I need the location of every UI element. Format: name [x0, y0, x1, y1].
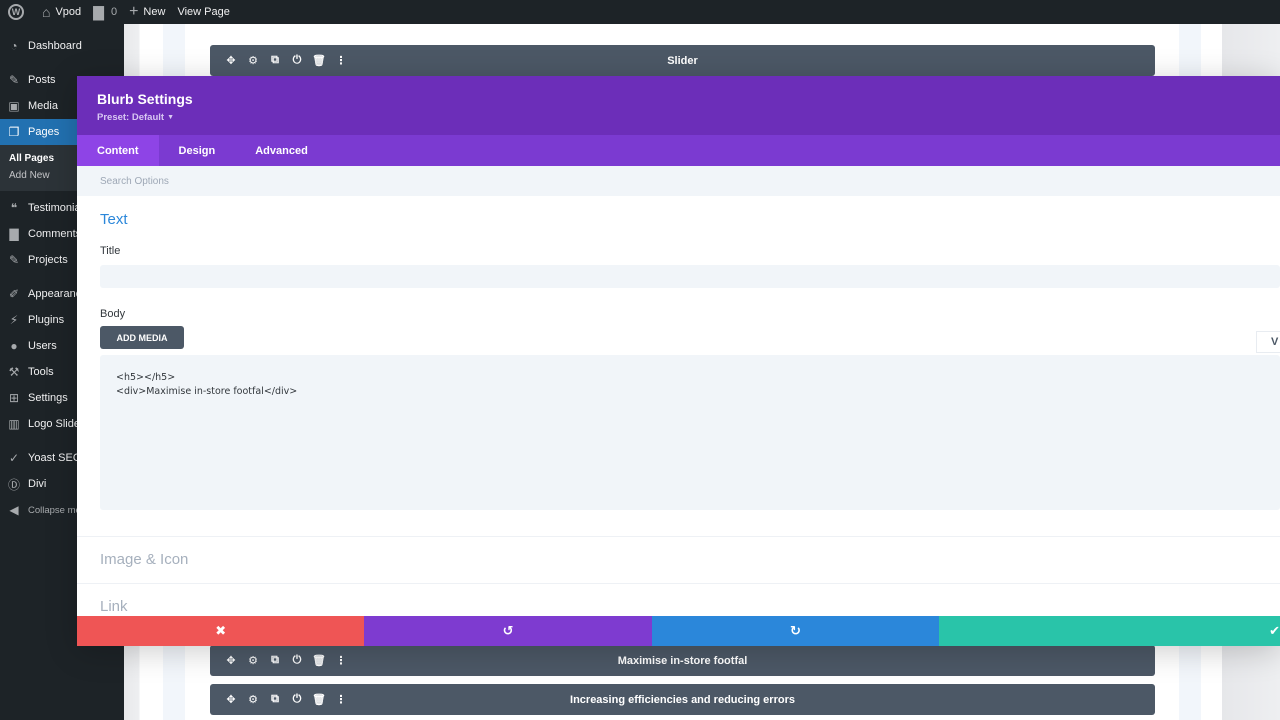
- site-name: Vpod: [55, 6, 82, 18]
- modal-footer: ✖ ↺ ↻ ✔: [77, 616, 1280, 646]
- wrench-icon: ⚒: [8, 365, 20, 379]
- body-editor[interactable]: <h5></h5> <div>Maximise in-store footfal…: [100, 355, 1280, 510]
- modal-title: Blurb Settings: [97, 91, 193, 107]
- title-input[interactable]: [100, 265, 1280, 288]
- new-content-link[interactable]: + New: [123, 0, 171, 24]
- duplicate-icon[interactable]: ⧉: [264, 693, 286, 706]
- trash-icon[interactable]: 🗑: [308, 693, 330, 706]
- close-icon: ✖: [215, 623, 227, 638]
- slider-icon: ▥: [8, 417, 20, 431]
- gear-icon[interactable]: ⚙: [242, 54, 264, 67]
- check-icon: ✔: [1269, 623, 1280, 638]
- section-text-header[interactable]: Text: [100, 196, 1280, 228]
- divi-icon: Ⓓ: [7, 477, 20, 492]
- modal-header[interactable]: Blurb Settings Preset: Default ▼: [77, 76, 1280, 135]
- duplicate-icon[interactable]: ⧉: [264, 54, 286, 67]
- settings-icon: ⊞: [8, 391, 20, 405]
- trash-icon[interactable]: 🗑: [308, 654, 330, 667]
- trash-icon[interactable]: 🗑: [308, 54, 330, 67]
- undo-icon: ↺: [502, 623, 514, 638]
- admin-bar: W ⌂ Vpod ▇ 0 + New View Page: [0, 0, 1280, 24]
- module-toolbar: ✥ ⚙ ⧉ ⏻ 🗑 ⋮: [210, 654, 352, 667]
- quote-icon: ❝: [10, 201, 18, 215]
- new-label: New: [143, 6, 166, 18]
- plus-icon: +: [129, 3, 139, 20]
- pin-icon: ✎: [8, 253, 20, 267]
- user-icon: ●: [10, 339, 18, 353]
- duplicate-icon[interactable]: ⧉: [264, 654, 286, 667]
- search-options-input[interactable]: Search Options: [77, 166, 1280, 196]
- module-toolbar: ✥ ⚙ ⧉ ⏻ 🗑 ⋮: [210, 54, 352, 67]
- section-image-icon-toggle[interactable]: Image & Icon: [77, 536, 1280, 583]
- module-toolbar: ✥ ⚙ ⧉ ⏻ 🗑 ⋮: [210, 693, 352, 706]
- move-icon[interactable]: ✥: [220, 54, 242, 67]
- media-icon: ▣: [8, 99, 20, 113]
- module-blurb[interactable]: ✥ ⚙ ⧉ ⏻ 🗑 ⋮ Increasing efficiencies and …: [210, 684, 1155, 715]
- wordpress-menu[interactable]: W: [0, 0, 30, 24]
- power-icon[interactable]: ⏻: [286, 654, 308, 667]
- pages-icon: ❐: [8, 125, 20, 139]
- comments-link[interactable]: ▇ 0: [87, 0, 123, 24]
- move-icon[interactable]: ✥: [220, 693, 242, 706]
- tab-advanced[interactable]: Advanced: [235, 135, 328, 166]
- comment-icon: ▇: [93, 4, 104, 20]
- yoast-icon: ✓: [8, 451, 20, 465]
- wordpress-icon: W: [8, 4, 24, 20]
- preset-label: Preset: Default: [97, 112, 165, 123]
- power-icon[interactable]: ⏻: [286, 54, 308, 67]
- pin-icon: ✎: [8, 73, 20, 87]
- redo-button[interactable]: ↻: [651, 616, 940, 646]
- discard-button[interactable]: ✖: [77, 616, 365, 646]
- home-icon: ⌂: [42, 4, 51, 20]
- power-icon[interactable]: ⏻: [286, 693, 308, 706]
- blurb-settings-modal: Blurb Settings Preset: Default ▼ Content…: [77, 76, 1280, 646]
- visual-editor-tab[interactable]: V: [1256, 331, 1280, 353]
- module-blurb[interactable]: ✥ ⚙ ⧉ ⏻ 🗑 ⋮ Maximise in-store footfal: [210, 645, 1155, 676]
- collapse-icon: ◀: [9, 503, 19, 517]
- gear-icon[interactable]: ⚙: [242, 654, 264, 667]
- redo-icon: ↻: [789, 623, 801, 638]
- more-icon[interactable]: ⋮: [330, 54, 352, 67]
- brush-icon: ✐: [8, 287, 20, 301]
- dashboard-icon: ◔: [10, 39, 18, 53]
- title-label: Title: [100, 245, 121, 257]
- tab-content[interactable]: Content: [77, 135, 159, 166]
- tab-design[interactable]: Design: [159, 135, 236, 166]
- gear-icon[interactable]: ⚙: [242, 693, 264, 706]
- add-media-button[interactable]: ADD MEDIA: [100, 326, 184, 349]
- body-label: Body: [100, 308, 126, 320]
- move-icon[interactable]: ✥: [220, 654, 242, 667]
- comment-icon: ▇: [9, 227, 19, 241]
- modal-body: Text Title Body ADD MEDIA <h5></h5> <div…: [77, 196, 1280, 510]
- undo-button[interactable]: ↺: [364, 616, 652, 646]
- save-button[interactable]: ✔: [939, 616, 1280, 646]
- view-page-link[interactable]: View Page: [171, 0, 235, 24]
- more-icon[interactable]: ⋮: [330, 693, 352, 706]
- modal-tabs: Content Design Advanced: [77, 135, 1280, 166]
- view-page-label: View Page: [177, 6, 230, 18]
- more-icon[interactable]: ⋮: [330, 654, 352, 667]
- preset-dropdown[interactable]: Preset: Default ▼: [97, 112, 1260, 123]
- module-slider[interactable]: ✥ ⚙ ⧉ ⏻ 🗑 ⋮ Slider: [210, 45, 1155, 76]
- plugin-icon: ⚡: [9, 313, 19, 327]
- caret-down-icon: ▼: [167, 114, 174, 121]
- comments-count: 0: [110, 6, 118, 18]
- sidebar-item-dashboard[interactable]: ◔ Dashboard: [0, 33, 124, 59]
- site-name-link[interactable]: ⌂ Vpod: [36, 0, 87, 24]
